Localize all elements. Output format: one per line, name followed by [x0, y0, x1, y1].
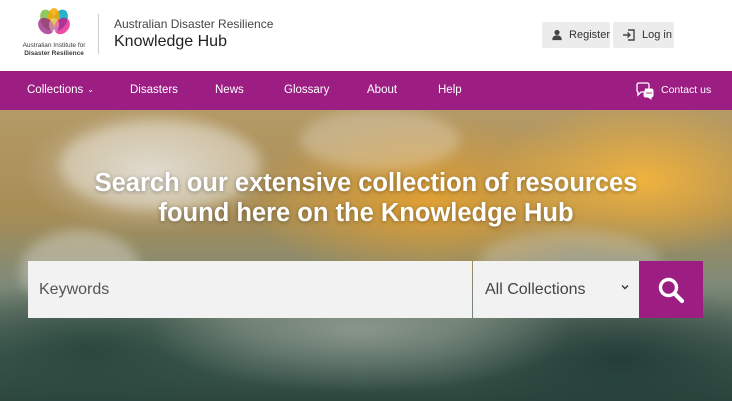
wave-spray	[300, 110, 460, 170]
hero-title-line2: found here on the Knowledge Hub	[158, 199, 574, 227]
contact-us-label: Contact us	[661, 84, 712, 96]
register-button[interactable]: Register	[542, 22, 610, 48]
nav-item-collections[interactable]: Collections ⌄	[27, 71, 94, 110]
nav-item-label: Collections	[27, 84, 84, 96]
chevron-down-icon	[621, 285, 629, 290]
collection-select-value: All Collections	[485, 280, 586, 298]
logo-mark-icon	[38, 8, 70, 35]
chat-bubbles-icon	[636, 81, 654, 100]
nav-item-news[interactable]: News	[215, 71, 244, 110]
login-button[interactable]: Log in	[613, 22, 674, 48]
collection-select[interactable]: All Collections	[473, 261, 639, 318]
main-nav: Collections ⌄ Disasters News Glossary Abo…	[0, 71, 732, 110]
hero-title: Search our extensive collection of resou…	[0, 168, 732, 228]
logo-text-line2: Disaster Resilience	[24, 50, 84, 57]
aidr-logo[interactable]: Australian Institute for Disaster Resili…	[14, 8, 94, 60]
site-header: Australian Institute for Disaster Resili…	[0, 0, 732, 71]
header-divider	[98, 14, 99, 54]
logo-text-line1: Australian Institute for	[22, 42, 86, 49]
hero-title-line1: Search our extensive collection of resou…	[94, 169, 638, 197]
search-input[interactable]	[28, 261, 472, 318]
nav-item-help[interactable]: Help	[438, 71, 462, 110]
sign-in-icon	[623, 29, 635, 41]
site-title[interactable]: Knowledge Hub	[114, 33, 227, 51]
login-label: Log in	[642, 29, 672, 41]
hero-banner: Search our extensive collection of resou…	[0, 110, 732, 401]
logo-text: Australian Institute for Disaster Resili…	[14, 42, 94, 58]
user-icon	[552, 29, 562, 41]
nav-item-glossary[interactable]: Glossary	[284, 71, 329, 110]
nav-item-disasters[interactable]: Disasters	[130, 71, 178, 110]
register-label: Register	[569, 29, 610, 41]
search-button[interactable]	[639, 261, 703, 318]
search-icon	[658, 277, 685, 303]
chevron-down-icon: ⌄	[87, 85, 94, 94]
site-subtitle: Australian Disaster Resilience	[114, 17, 274, 31]
nav-item-about[interactable]: About	[367, 71, 397, 110]
contact-us-link[interactable]: Contact us	[635, 71, 711, 110]
